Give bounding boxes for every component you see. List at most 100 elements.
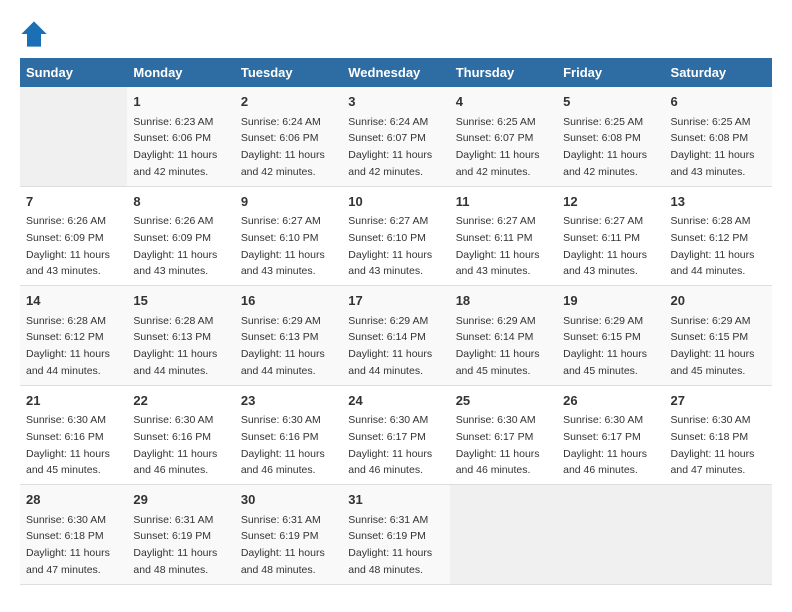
daylight-text: Daylight: 11 hours and 46 minutes. (563, 448, 647, 477)
daylight-text: Daylight: 11 hours and 46 minutes. (348, 448, 432, 477)
day-cell: 21 Sunrise: 6:30 AM Sunset: 6:16 PM Dayl… (20, 385, 127, 485)
day-number: 24 (348, 391, 443, 411)
sunset-text: Sunset: 6:19 PM (241, 530, 319, 542)
sunset-text: Sunset: 6:14 PM (348, 331, 426, 343)
sunrise-text: Sunrise: 6:30 AM (671, 414, 751, 426)
day-cell: 17 Sunrise: 6:29 AM Sunset: 6:14 PM Dayl… (342, 286, 449, 386)
day-cell: 16 Sunrise: 6:29 AM Sunset: 6:13 PM Dayl… (235, 286, 342, 386)
sunset-text: Sunset: 6:09 PM (133, 232, 211, 244)
day-cell: 14 Sunrise: 6:28 AM Sunset: 6:12 PM Dayl… (20, 286, 127, 386)
daylight-text: Daylight: 11 hours and 47 minutes. (26, 547, 110, 576)
daylight-text: Daylight: 11 hours and 43 minutes. (456, 249, 540, 278)
day-cell: 30 Sunrise: 6:31 AM Sunset: 6:19 PM Dayl… (235, 485, 342, 585)
day-number: 12 (563, 192, 658, 212)
day-number: 7 (26, 192, 121, 212)
day-cell: 9 Sunrise: 6:27 AM Sunset: 6:10 PM Dayli… (235, 186, 342, 286)
sunset-text: Sunset: 6:10 PM (348, 232, 426, 244)
day-number: 13 (671, 192, 766, 212)
col-header-tuesday: Tuesday (235, 58, 342, 87)
sunset-text: Sunset: 6:07 PM (456, 132, 534, 144)
week-row-3: 14 Sunrise: 6:28 AM Sunset: 6:12 PM Dayl… (20, 286, 772, 386)
sunset-text: Sunset: 6:13 PM (133, 331, 211, 343)
day-cell (20, 87, 127, 186)
daylight-text: Daylight: 11 hours and 46 minutes. (133, 448, 217, 477)
day-cell: 12 Sunrise: 6:27 AM Sunset: 6:11 PM Dayl… (557, 186, 664, 286)
day-number: 21 (26, 391, 121, 411)
week-row-5: 28 Sunrise: 6:30 AM Sunset: 6:18 PM Dayl… (20, 485, 772, 585)
sunrise-text: Sunrise: 6:30 AM (133, 414, 213, 426)
sunrise-text: Sunrise: 6:30 AM (241, 414, 321, 426)
day-cell: 8 Sunrise: 6:26 AM Sunset: 6:09 PM Dayli… (127, 186, 234, 286)
sunrise-text: Sunrise: 6:23 AM (133, 116, 213, 128)
day-cell: 11 Sunrise: 6:27 AM Sunset: 6:11 PM Dayl… (450, 186, 557, 286)
sunset-text: Sunset: 6:12 PM (671, 232, 749, 244)
day-number: 30 (241, 490, 336, 510)
day-number: 11 (456, 192, 551, 212)
daylight-text: Daylight: 11 hours and 43 minutes. (26, 249, 110, 278)
daylight-text: Daylight: 11 hours and 45 minutes. (456, 348, 540, 377)
sunrise-text: Sunrise: 6:26 AM (133, 215, 213, 227)
sunrise-text: Sunrise: 6:29 AM (348, 315, 428, 327)
sunset-text: Sunset: 6:16 PM (26, 431, 104, 443)
sunset-text: Sunset: 6:06 PM (133, 132, 211, 144)
sunset-text: Sunset: 6:19 PM (133, 530, 211, 542)
daylight-text: Daylight: 11 hours and 44 minutes. (241, 348, 325, 377)
sunrise-text: Sunrise: 6:30 AM (456, 414, 536, 426)
daylight-text: Daylight: 11 hours and 48 minutes. (241, 547, 325, 576)
calendar-table: SundayMondayTuesdayWednesdayThursdayFrid… (20, 58, 772, 585)
sunset-text: Sunset: 6:07 PM (348, 132, 426, 144)
day-cell: 2 Sunrise: 6:24 AM Sunset: 6:06 PM Dayli… (235, 87, 342, 186)
day-number: 15 (133, 291, 228, 311)
day-cell: 3 Sunrise: 6:24 AM Sunset: 6:07 PM Dayli… (342, 87, 449, 186)
sunrise-text: Sunrise: 6:24 AM (241, 116, 321, 128)
day-cell: 22 Sunrise: 6:30 AM Sunset: 6:16 PM Dayl… (127, 385, 234, 485)
day-number: 19 (563, 291, 658, 311)
sunset-text: Sunset: 6:16 PM (133, 431, 211, 443)
daylight-text: Daylight: 11 hours and 42 minutes. (133, 149, 217, 178)
day-number: 10 (348, 192, 443, 212)
header-row: SundayMondayTuesdayWednesdayThursdayFrid… (20, 58, 772, 87)
daylight-text: Daylight: 11 hours and 46 minutes. (241, 448, 325, 477)
sunset-text: Sunset: 6:13 PM (241, 331, 319, 343)
sunrise-text: Sunrise: 6:25 AM (671, 116, 751, 128)
sunrise-text: Sunrise: 6:27 AM (348, 215, 428, 227)
sunrise-text: Sunrise: 6:29 AM (456, 315, 536, 327)
sunset-text: Sunset: 6:17 PM (456, 431, 534, 443)
sunrise-text: Sunrise: 6:30 AM (26, 514, 106, 526)
daylight-text: Daylight: 11 hours and 45 minutes. (26, 448, 110, 477)
sunset-text: Sunset: 6:17 PM (563, 431, 641, 443)
sunset-text: Sunset: 6:10 PM (241, 232, 319, 244)
day-cell: 18 Sunrise: 6:29 AM Sunset: 6:14 PM Dayl… (450, 286, 557, 386)
daylight-text: Daylight: 11 hours and 43 minutes. (348, 249, 432, 278)
col-header-wednesday: Wednesday (342, 58, 449, 87)
sunset-text: Sunset: 6:08 PM (671, 132, 749, 144)
daylight-text: Daylight: 11 hours and 43 minutes. (671, 149, 755, 178)
col-header-sunday: Sunday (20, 58, 127, 87)
day-number: 2 (241, 92, 336, 112)
sunset-text: Sunset: 6:18 PM (671, 431, 749, 443)
sunrise-text: Sunrise: 6:25 AM (456, 116, 536, 128)
day-cell: 4 Sunrise: 6:25 AM Sunset: 6:07 PM Dayli… (450, 87, 557, 186)
col-header-thursday: Thursday (450, 58, 557, 87)
day-cell: 20 Sunrise: 6:29 AM Sunset: 6:15 PM Dayl… (665, 286, 772, 386)
col-header-monday: Monday (127, 58, 234, 87)
sunset-text: Sunset: 6:19 PM (348, 530, 426, 542)
daylight-text: Daylight: 11 hours and 42 minutes. (348, 149, 432, 178)
day-number: 3 (348, 92, 443, 112)
week-row-4: 21 Sunrise: 6:30 AM Sunset: 6:16 PM Dayl… (20, 385, 772, 485)
day-number: 22 (133, 391, 228, 411)
sunset-text: Sunset: 6:11 PM (456, 232, 533, 244)
daylight-text: Daylight: 11 hours and 48 minutes. (133, 547, 217, 576)
sunset-text: Sunset: 6:06 PM (241, 132, 319, 144)
day-number: 26 (563, 391, 658, 411)
day-number: 17 (348, 291, 443, 311)
daylight-text: Daylight: 11 hours and 44 minutes. (348, 348, 432, 377)
sunrise-text: Sunrise: 6:27 AM (563, 215, 643, 227)
daylight-text: Daylight: 11 hours and 45 minutes. (671, 348, 755, 377)
sunrise-text: Sunrise: 6:31 AM (133, 514, 213, 526)
day-cell (665, 485, 772, 585)
day-cell: 25 Sunrise: 6:30 AM Sunset: 6:17 PM Dayl… (450, 385, 557, 485)
day-cell: 26 Sunrise: 6:30 AM Sunset: 6:17 PM Dayl… (557, 385, 664, 485)
day-cell: 10 Sunrise: 6:27 AM Sunset: 6:10 PM Dayl… (342, 186, 449, 286)
daylight-text: Daylight: 11 hours and 43 minutes. (563, 249, 647, 278)
